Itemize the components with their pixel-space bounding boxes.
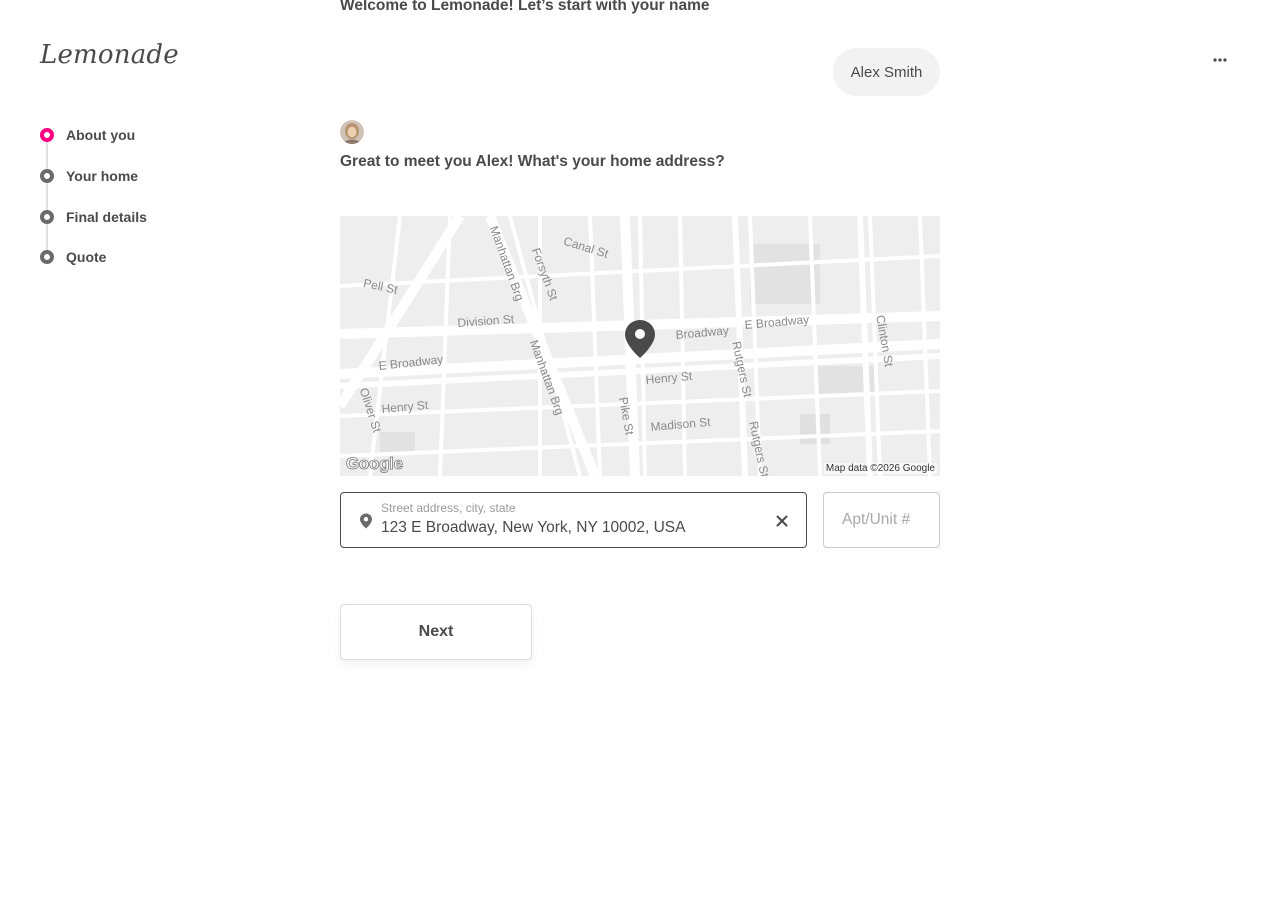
user-answer-bubble: Alex Smith (833, 48, 940, 96)
step-label: Quote (66, 249, 107, 266)
step-quote[interactable]: Quote (40, 240, 240, 281)
map-attribution[interactable]: Map data ©2026 Google (823, 463, 937, 474)
progress-steps: About you Your home Final details Quote (40, 118, 240, 281)
step-indicator (40, 209, 54, 224)
address-field-label: Street address, city, state (381, 501, 516, 515)
map-pin-icon (625, 320, 655, 358)
address-map[interactable]: Canal St Pell St Manhattan Brg Forsyth S… (340, 216, 940, 476)
previous-question: Welcome to Lemonade! Let’s start with yo… (340, 0, 710, 14)
more-options-button[interactable] (1208, 50, 1232, 70)
next-button[interactable]: Next (340, 604, 532, 660)
step-indicator (40, 250, 54, 265)
page: Lemonade About you Your home Final detai… (0, 0, 1280, 900)
step-label: About you (66, 127, 136, 144)
lemonade-logo[interactable]: Lemonade (40, 40, 179, 70)
step-your-home[interactable]: Your home (40, 159, 240, 200)
address-input[interactable] (381, 519, 761, 537)
more-horizontal-icon (1213, 58, 1227, 62)
agent-avatar (340, 120, 364, 144)
step-indicator (40, 169, 54, 184)
step-final-details[interactable]: Final details (40, 199, 240, 240)
current-question: Great to meet you Alex! What's your home… (340, 153, 725, 170)
step-about-you[interactable]: About you (40, 118, 240, 159)
close-icon[interactable] (774, 513, 790, 529)
google-logo: Google (346, 454, 404, 474)
location-pin-icon (360, 513, 372, 529)
step-label: Final details (66, 208, 147, 225)
step-label: Your home (66, 168, 139, 185)
address-field[interactable]: Street address, city, state (340, 492, 807, 548)
apt-unit-field[interactable] (823, 492, 940, 548)
step-indicator-active (40, 128, 54, 143)
apt-unit-input[interactable] (842, 511, 932, 529)
